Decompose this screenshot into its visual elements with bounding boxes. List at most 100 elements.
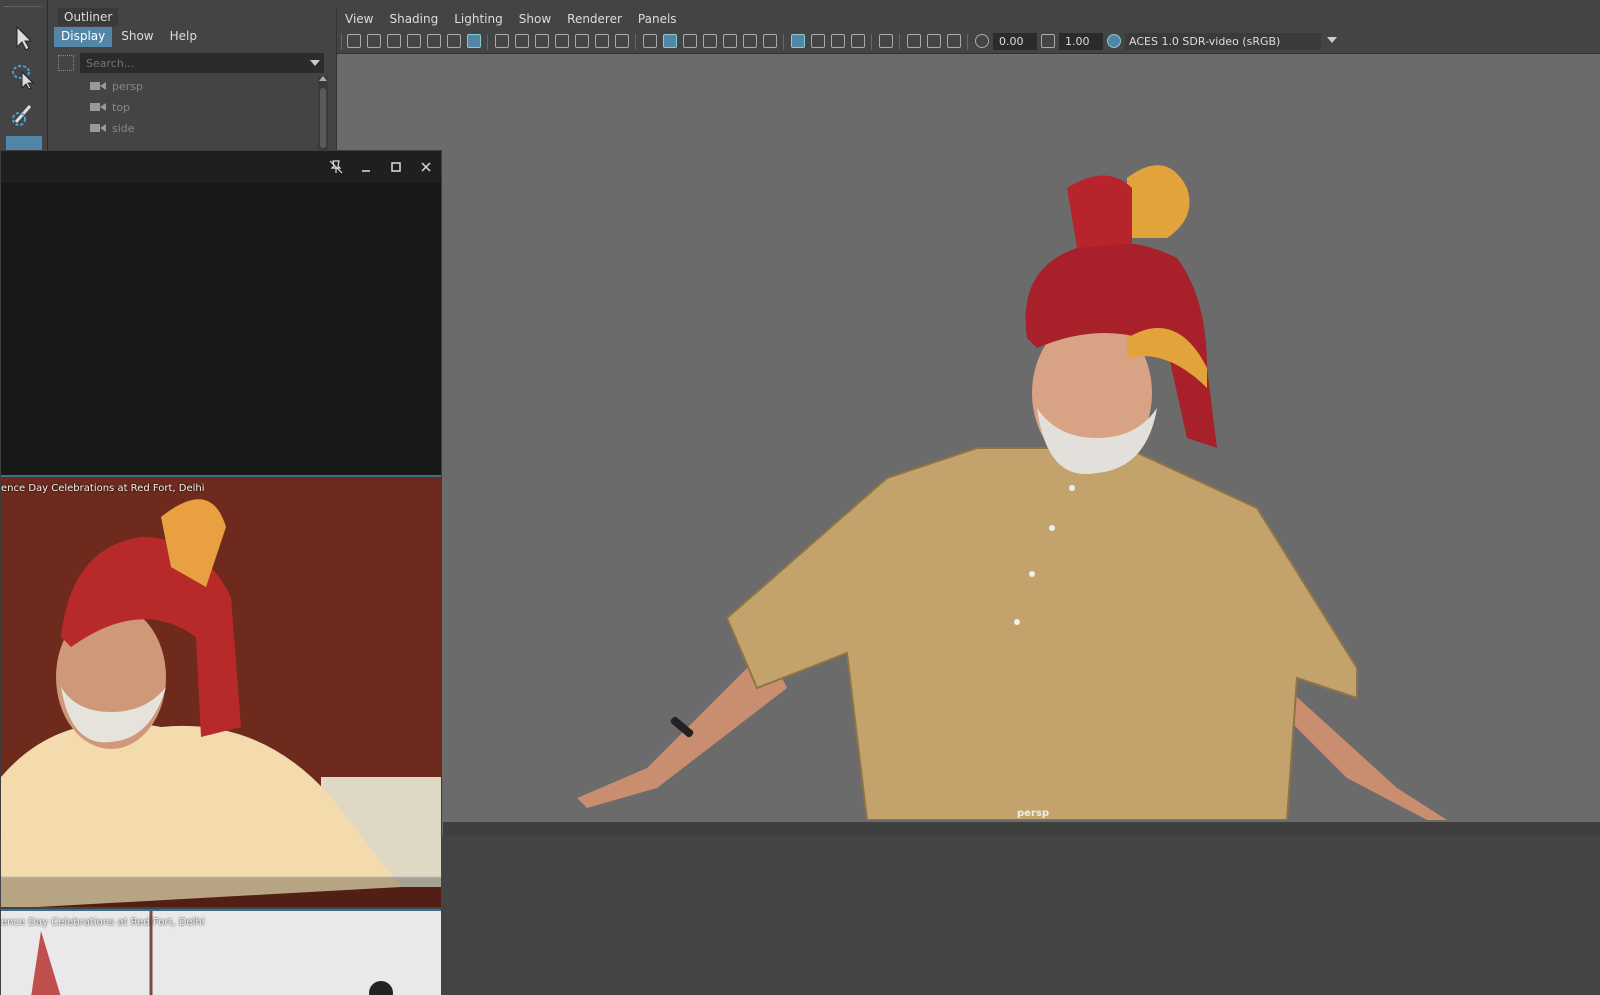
gamma-field[interactable]: 1.00: [1059, 33, 1103, 50]
viewport-menu-shading[interactable]: Shading: [389, 12, 438, 26]
backface-culling-icon[interactable]: [947, 34, 961, 48]
outliner-scroll-thumb[interactable]: [320, 88, 326, 148]
camera-icon: [90, 124, 106, 132]
lock-camera-icon[interactable]: [367, 34, 381, 48]
toolbar-separator: [487, 34, 488, 50]
viewport-toolbar: 0.00 1.00 ACES 1.0 SDR-video (sRGB): [337, 30, 1600, 54]
outliner-item-persp[interactable]: persp: [90, 76, 143, 96]
toolbox-grip[interactable]: [4, 6, 42, 10]
select-arrow-icon: [16, 25, 33, 51]
video-frame-1[interactable]: ence Day Celebrations at Red Fort, Delhi: [1, 475, 441, 907]
camera-label: persp: [1017, 808, 1049, 819]
gamma-icon[interactable]: [1041, 34, 1055, 48]
scroll-up-icon[interactable]: [319, 76, 327, 81]
wireframe-on-shaded-icon[interactable]: [703, 34, 717, 48]
anti-aliasing-icon[interactable]: [831, 34, 845, 48]
select-camera-icon[interactable]: [347, 34, 361, 48]
paint-select-tool-button[interactable]: [6, 96, 42, 132]
viewport-menu-panels[interactable]: Panels: [638, 12, 677, 26]
2d-pan-zoom-icon[interactable]: [447, 34, 461, 48]
exposure-icon[interactable]: [975, 34, 989, 48]
floating-video-window: ence Day Celebrations at Red Fort, Delhi…: [0, 150, 442, 995]
image-plane-icon[interactable]: [427, 34, 441, 48]
select-tool-button[interactable]: [6, 20, 42, 56]
outliner-item-label: top: [112, 100, 131, 114]
video-frame-1-image: [1, 477, 441, 907]
maximize-icon[interactable]: [385, 157, 407, 177]
gate-mask-icon[interactable]: [555, 34, 569, 48]
outliner-title: Outliner: [58, 8, 119, 26]
toolbar-separator: [635, 34, 636, 50]
camera-attributes-icon[interactable]: [387, 34, 401, 48]
xray-joints-icon[interactable]: [907, 34, 921, 48]
pin-icon[interactable]: [325, 157, 347, 177]
color-space-dropdown-icon[interactable]: [1327, 37, 1337, 43]
resolution-gate-icon[interactable]: [535, 34, 549, 48]
grid-icon[interactable]: [495, 34, 509, 48]
window-titlebar[interactable]: [1, 151, 441, 183]
camera-icon: [90, 82, 106, 90]
shirt-button: [1069, 485, 1075, 491]
color-space-select[interactable]: ACES 1.0 SDR-video (sRGB): [1125, 33, 1321, 50]
toolbar-separator: [899, 34, 900, 50]
safe-action-icon[interactable]: [595, 34, 609, 48]
xray-icon[interactable]: [723, 34, 737, 48]
selection-filter-icon[interactable]: [58, 55, 74, 71]
lasso-icon: [12, 65, 35, 90]
shirt-button: [1029, 571, 1035, 577]
smooth-shade-icon[interactable]: [663, 34, 677, 48]
wireframe-icon[interactable]: [643, 34, 657, 48]
xray-active-icon[interactable]: [927, 34, 941, 48]
outliner-item-label: persp: [112, 79, 143, 93]
toolbar-separator: [341, 34, 342, 50]
character-shirt: [725, 447, 1358, 820]
outliner-menu-show[interactable]: Show: [114, 27, 160, 47]
search-dropdown-icon[interactable]: [310, 60, 320, 66]
outliner-menu-display[interactable]: Display: [54, 27, 113, 47]
window-content-area: [1, 183, 441, 475]
minimize-icon[interactable]: [355, 157, 377, 177]
viewport-menu-show[interactable]: Show: [519, 12, 551, 26]
bookmark-icon[interactable]: [407, 34, 421, 48]
outliner-menubar: Display Show Help: [54, 27, 204, 47]
color-management-icon[interactable]: [1107, 34, 1121, 48]
viewport-menu-renderer[interactable]: Renderer: [567, 12, 622, 26]
screen-space-ao-icon[interactable]: [791, 34, 805, 48]
outliner-scrollbar[interactable]: [318, 76, 328, 150]
shirt-button: [1014, 619, 1020, 625]
field-chart-icon[interactable]: [575, 34, 589, 48]
toolbar-separator: [783, 34, 784, 50]
viewport-panel[interactable]: View Shading Lighting Show Renderer Pane…: [336, 8, 1600, 836]
viewport-menu-view[interactable]: View: [345, 12, 373, 26]
film-gate-icon[interactable]: [515, 34, 529, 48]
safe-title-icon[interactable]: [615, 34, 629, 48]
toolbar-separator: [871, 34, 872, 50]
viewport-menu-lighting[interactable]: Lighting: [454, 12, 503, 26]
outliner-panel: Outliner Display Show Help persp top sid…: [50, 0, 330, 150]
lasso-tool-button[interactable]: [6, 58, 42, 94]
viewport-menubar: View Shading Lighting Show Renderer Pane…: [337, 8, 1600, 30]
depth-of-field-icon[interactable]: [851, 34, 865, 48]
outliner-item-side[interactable]: side: [90, 118, 135, 138]
close-icon[interactable]: [415, 157, 437, 177]
paint-brush-icon: [12, 105, 32, 126]
use-all-lights-icon[interactable]: [743, 34, 757, 48]
outliner-menu-help[interactable]: Help: [163, 27, 204, 47]
isolate-select-icon[interactable]: [879, 34, 893, 48]
outliner-item-top[interactable]: top: [90, 97, 130, 117]
default-material-icon[interactable]: [683, 34, 697, 48]
exposure-field[interactable]: 0.00: [993, 33, 1037, 50]
timeline-ruler[interactable]: [443, 822, 1600, 836]
grease-pencil-icon[interactable]: [467, 34, 481, 48]
active-tool-button[interactable]: [6, 136, 42, 150]
outliner-item-label: side: [112, 121, 135, 135]
shadows-icon[interactable]: [763, 34, 777, 48]
character-model[interactable]: [567, 148, 1467, 820]
video-2-title: ence Day Celebrations at Red Fort, Delhi: [1, 917, 205, 928]
toolbar-separator: [967, 34, 968, 50]
motion-blur-icon[interactable]: [811, 34, 825, 48]
video-frame-2[interactable]: ence Day Celebrations at Red Fort, Delhi: [1, 909, 441, 995]
shirt-button: [1049, 525, 1055, 531]
outliner-search-input[interactable]: [80, 53, 324, 73]
tool-box: [0, 0, 48, 150]
